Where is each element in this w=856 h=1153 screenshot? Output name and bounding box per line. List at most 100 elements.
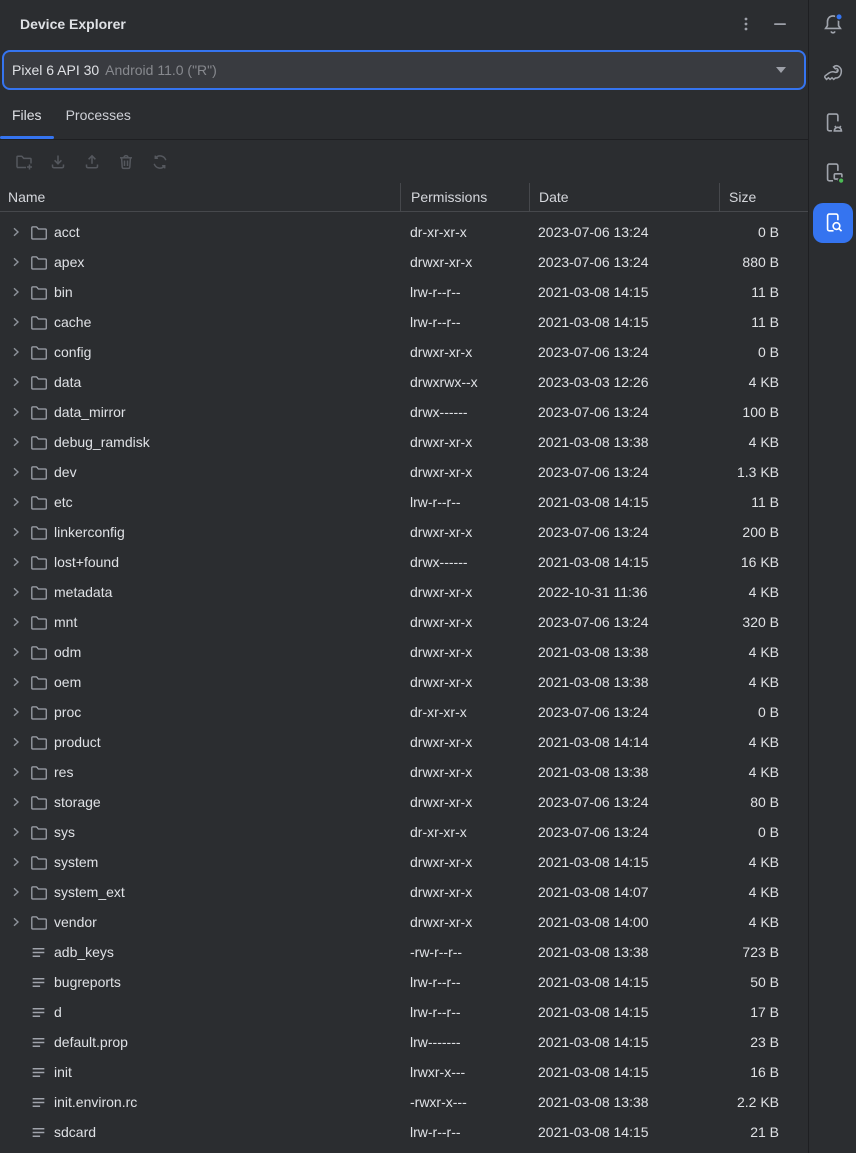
expand-chevron-icon[interactable] [10,376,22,388]
date-cell: 2021-03-08 14:15 [529,1064,719,1080]
date-cell: 2021-03-08 13:38 [529,674,719,690]
device-selector-dropdown[interactable]: Pixel 6 API 30 Android 11.0 ("R") [2,50,806,90]
table-row[interactable]: proc dr-xr-xr-x 2023-07-06 13:24 0 B [0,697,808,727]
folder-icon [30,734,47,751]
name-cell: lost+found [0,554,400,571]
column-header-permissions[interactable]: Permissions [400,183,529,211]
table-row[interactable]: etc lrw-r--r-- 2021-03-08 14:15 11 B [0,487,808,517]
device-manager-button[interactable] [815,105,851,141]
table-row[interactable]: odm drwxr-xr-x 2021-03-08 13:38 4 KB [0,637,808,667]
tab-processes[interactable]: Processes [54,90,143,139]
new-folder-button[interactable] [14,152,34,172]
expand-chevron-icon[interactable] [10,886,22,898]
expand-chevron-icon[interactable] [10,616,22,628]
table-row[interactable]: product drwxr-xr-x 2021-03-08 14:14 4 KB [0,727,808,757]
tab-files[interactable]: Files [0,90,54,139]
permissions-cell: drwxr-xr-x [400,464,529,480]
more-options-button[interactable] [734,12,758,36]
expand-chevron-icon[interactable] [10,676,22,688]
device-explorer-button[interactable] [813,203,853,243]
download-button[interactable] [48,152,68,172]
column-header-name[interactable]: Name [0,183,400,211]
expand-chevron-icon[interactable] [10,346,22,358]
gradle-elephant-icon [820,60,846,86]
table-row[interactable]: metadata drwxr-xr-x 2022-10-31 11:36 4 K… [0,577,808,607]
expand-chevron-icon[interactable] [10,316,22,328]
delete-button[interactable] [116,152,136,172]
name-cell: proc [0,704,400,721]
column-header-size[interactable]: Size [719,183,808,211]
table-row[interactable]: bin lrw-r--r-- 2021-03-08 14:15 11 B [0,277,808,307]
table-row[interactable]: acct dr-xr-xr-x 2023-07-06 13:24 0 B [0,217,808,247]
table-row[interactable]: init.environ.rc -rwxr-x--- 2021-03-08 13… [0,1087,808,1117]
row-label: metadata [54,584,112,600]
expand-chevron-icon[interactable] [10,916,22,928]
table-row[interactable]: data_mirror drwx------ 2023-07-06 13:24 … [0,397,808,427]
table-row[interactable]: res drwxr-xr-x 2021-03-08 13:38 4 KB [0,757,808,787]
column-header-date[interactable]: Date [529,183,719,211]
expand-chevron-icon[interactable] [10,736,22,748]
table-row[interactable]: dev drwxr-xr-x 2023-07-06 13:24 1.3 KB [0,457,808,487]
table-row[interactable]: apex drwxr-xr-x 2023-07-06 13:24 880 B [0,247,808,277]
table-row[interactable]: system_ext drwxr-xr-x 2021-03-08 14:07 4… [0,877,808,907]
expand-chevron-icon[interactable] [10,256,22,268]
expand-chevron-icon[interactable] [10,286,22,298]
date-cell: 2023-07-06 13:24 [529,524,719,540]
table-row[interactable]: vendor drwxr-xr-x 2021-03-08 14:00 4 KB [0,907,808,937]
table-row[interactable]: linkerconfig drwxr-xr-x 2023-07-06 13:24… [0,517,808,547]
table-row[interactable]: mnt drwxr-xr-x 2023-07-06 13:24 320 B [0,607,808,637]
table-row[interactable]: lost+found drwx------ 2021-03-08 14:15 1… [0,547,808,577]
expand-chevron-icon[interactable] [10,526,22,538]
expand-chevron-icon[interactable] [10,406,22,418]
table-row[interactable]: debug_ramdisk drwxr-xr-x 2021-03-08 13:3… [0,427,808,457]
notifications-button[interactable] [815,6,851,42]
table-row[interactable]: default.prop lrw------- 2021-03-08 14:15… [0,1027,808,1057]
expand-chevron-icon[interactable] [10,796,22,808]
name-cell: vendor [0,914,400,931]
expand-chevron-icon[interactable] [10,226,22,238]
table-row[interactable]: storage drwxr-xr-x 2023-07-06 13:24 80 B [0,787,808,817]
table-row[interactable]: bugreports lrw-r--r-- 2021-03-08 14:15 5… [0,967,808,997]
permissions-cell: drwx------ [400,554,529,570]
name-cell: config [0,344,400,361]
expand-chevron-icon[interactable] [10,586,22,598]
table-row[interactable]: data drwxrwx--x 2023-03-03 12:26 4 KB [0,367,808,397]
row-label: linkerconfig [54,524,125,540]
table-row[interactable]: cache lrw-r--r-- 2021-03-08 14:15 11 B [0,307,808,337]
table-row[interactable]: init lrwxr-x--- 2021-03-08 14:15 16 B [0,1057,808,1087]
name-cell: cache [0,314,400,331]
hide-panel-button[interactable] [768,12,792,36]
expand-chevron-icon[interactable] [10,466,22,478]
table-row[interactable]: d lrw-r--r-- 2021-03-08 14:15 17 B [0,997,808,1027]
gradle-button[interactable] [815,55,851,91]
expand-chevron-icon[interactable] [10,826,22,838]
expand-chevron-icon[interactable] [10,766,22,778]
expand-chevron-icon[interactable] [10,556,22,568]
table-row[interactable]: system drwxr-xr-x 2021-03-08 14:15 4 KB [0,847,808,877]
size-cell: 2.2 KB [719,1094,808,1110]
permissions-cell: drwxr-xr-x [400,794,529,810]
table-row[interactable]: sdcard lrw-r--r-- 2021-03-08 14:15 21 B [0,1117,808,1147]
date-cell: 2023-07-06 13:24 [529,344,719,360]
row-label: lost+found [54,554,119,570]
folder-icon [30,344,47,361]
table-row[interactable]: sys dr-xr-xr-x 2023-07-06 13:24 0 B [0,817,808,847]
table-row[interactable]: config drwxr-xr-x 2023-07-06 13:24 0 B [0,337,808,367]
expand-chevron-icon[interactable] [10,496,22,508]
expand-chevron-icon[interactable] [10,856,22,868]
folder-icon [30,614,47,631]
row-label: cache [54,314,91,330]
name-cell: metadata [0,584,400,601]
sync-button[interactable] [150,152,170,172]
expand-chevron-icon[interactable] [10,436,22,448]
upload-button[interactable] [82,152,102,172]
permissions-cell: drwxr-xr-x [400,854,529,870]
table-row[interactable]: oem drwxr-xr-x 2021-03-08 13:38 4 KB [0,667,808,697]
running-devices-button[interactable] [815,155,851,191]
file-icon [30,1004,47,1021]
expand-chevron-icon[interactable] [10,706,22,718]
date-cell: 2021-03-08 14:07 [529,884,719,900]
table-row[interactable]: adb_keys -rw-r--r-- 2021-03-08 13:38 723… [0,937,808,967]
row-label: mnt [54,614,77,630]
expand-chevron-icon[interactable] [10,646,22,658]
